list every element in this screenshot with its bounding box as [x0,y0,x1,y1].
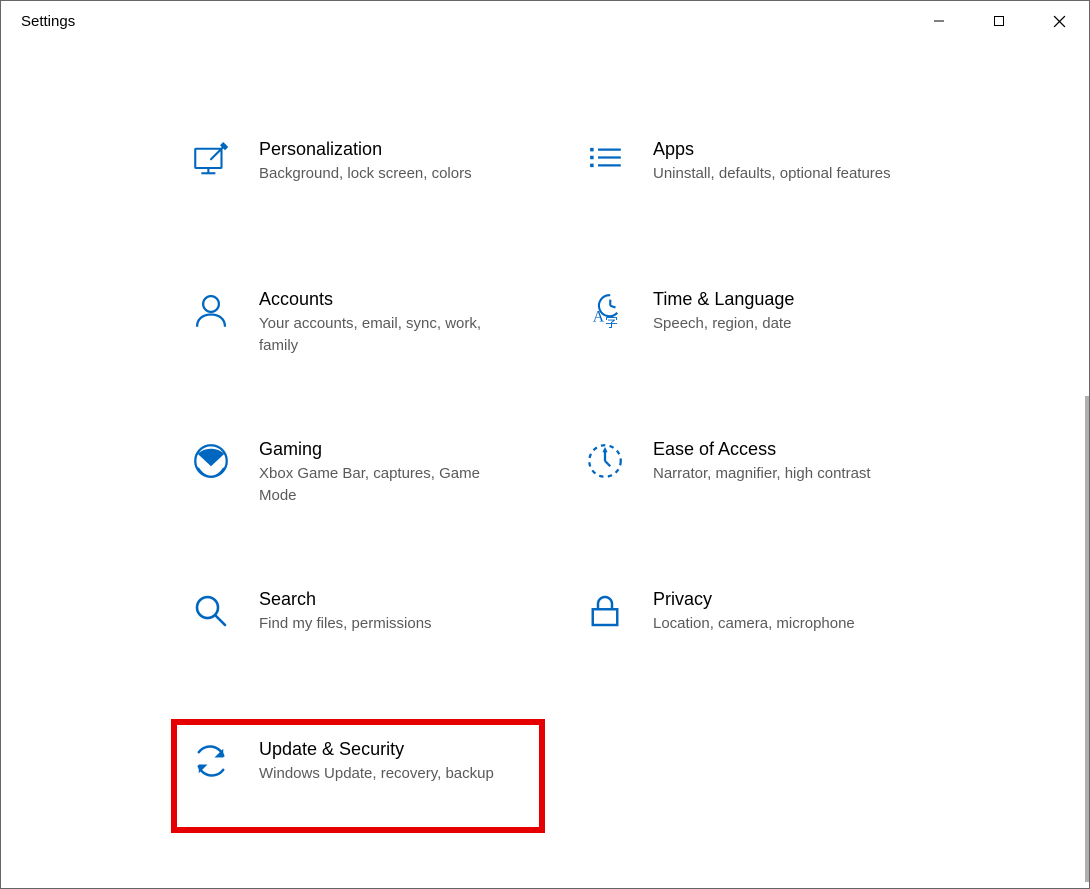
update-security-icon [187,737,235,785]
maximize-button[interactable] [969,1,1029,41]
close-button[interactable] [1029,1,1089,41]
time-language-icon: A 字 [581,287,629,335]
svg-text:A: A [593,309,605,326]
titlebar: Settings [1,1,1089,41]
tile-title: Personalization [259,137,472,161]
settings-window: Settings [0,0,1090,889]
content-area: Personalization Background, lock screen,… [1,41,1089,888]
tile-title: Update & Security [259,737,494,761]
tile-desc: Uninstall, defaults, optional features [653,163,891,185]
tile-desc: Xbox Game Bar, captures, Game Mode [259,463,509,507]
window-controls [909,1,1089,41]
tile-desc: Find my files, permissions [259,613,432,635]
tile-personalization[interactable]: Personalization Background, lock screen,… [183,131,573,221]
tile-desc: Narrator, magnifier, high contrast [653,463,871,485]
tile-privacy[interactable]: Privacy Location, camera, microphone [577,581,967,671]
minimize-button[interactable] [909,1,969,41]
tile-title: Time & Language [653,287,794,311]
tile-title: Accounts [259,287,509,311]
tile-search[interactable]: Search Find my files, permissions [183,581,573,671]
tile-apps[interactable]: Apps Uninstall, defaults, optional featu… [577,131,967,221]
personalization-icon [187,137,235,185]
tile-time-language[interactable]: A 字 Time & Language Speech, region, date [577,281,967,371]
search-icon [187,587,235,635]
window-title: Settings [21,13,75,30]
tile-title: Ease of Access [653,437,871,461]
privacy-icon [581,587,629,635]
tile-desc: Background, lock screen, colors [259,163,472,185]
accounts-icon [187,287,235,335]
tile-title: Apps [653,137,891,161]
tile-desc: Speech, region, date [653,313,794,335]
tile-title: Search [259,587,432,611]
tile-update-security[interactable]: Update & Security Windows Update, recove… [183,731,533,821]
tile-ease-of-access[interactable]: Ease of Access Narrator, magnifier, high… [577,431,967,521]
settings-grid: Personalization Background, lock screen,… [183,131,967,821]
tile-gaming[interactable]: Gaming Xbox Game Bar, captures, Game Mod… [183,431,573,521]
scrollbar[interactable] [1085,396,1089,882]
svg-text:字: 字 [605,315,618,330]
tile-desc: Location, camera, microphone [653,613,855,635]
tile-accounts[interactable]: Accounts Your accounts, email, sync, wor… [183,281,573,371]
tile-title: Gaming [259,437,509,461]
gaming-icon [187,437,235,485]
tile-desc: Windows Update, recovery, backup [259,763,494,785]
tile-desc: Your accounts, email, sync, work, family [259,313,509,357]
apps-icon [581,137,629,185]
tile-title: Privacy [653,587,855,611]
ease-of-access-icon [581,437,629,485]
